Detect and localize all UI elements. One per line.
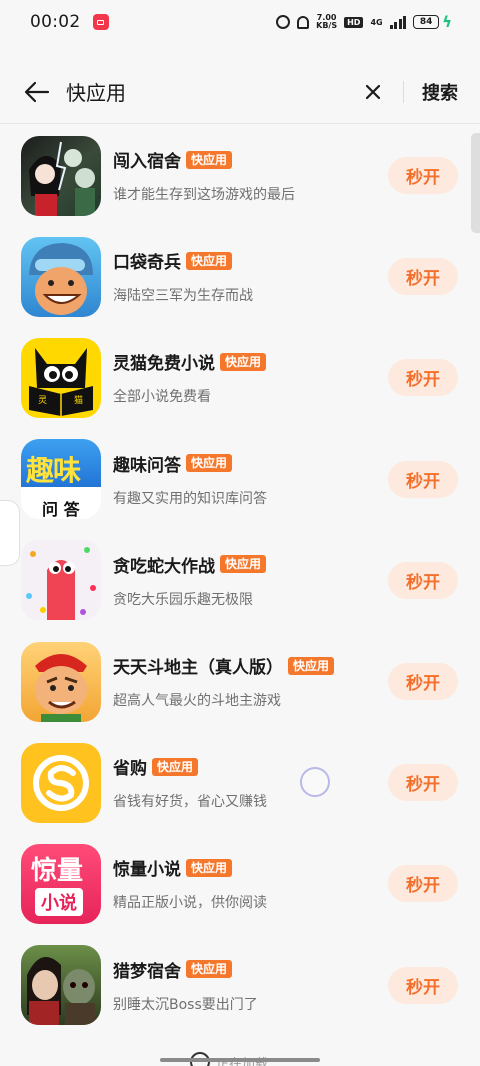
app-icon-snake: [21, 540, 101, 621]
app-info: 灵猫免费小说 快应用 全部小说免费看: [113, 349, 388, 406]
open-button[interactable]: 秒开: [388, 663, 458, 701]
icon-text-left: 灵: [38, 395, 48, 406]
app-info: 趣味问答 快应用 有趣又实用的知识库问答: [113, 451, 388, 508]
status-icons: 7.00 KB/S HD 4G 84 ϟ: [276, 13, 452, 31]
quick-app-badge: 快应用: [152, 757, 199, 776]
app-icon-lingmao: 灵 猫: [21, 337, 101, 418]
hd-icon: HD: [344, 16, 364, 28]
list-item[interactable]: 闯入宿舍 快应用 谁才能生存到这场游戏的最后 秒开: [0, 125, 480, 226]
quick-app-badge: 快应用: [186, 858, 233, 877]
quick-app-badge: 快应用: [220, 352, 267, 371]
network-speed: 7.00 KB/S: [316, 14, 337, 30]
search-button[interactable]: 搜索: [422, 79, 458, 105]
side-drawer-handle[interactable]: [0, 500, 20, 566]
list-item[interactable]: 灵 猫 灵猫免费小说 快应用 全部小说免费看 秒开: [0, 327, 480, 428]
app-info: 天天斗地主（真人版） 快应用 超高人气最火的斗地主游戏: [113, 653, 388, 710]
app-description: 精品正版小说，供你阅读: [113, 895, 267, 912]
app-description: 全部小说免费看: [113, 389, 211, 406]
app-name: 惊量小说: [113, 860, 181, 881]
open-button[interactable]: 秒开: [388, 258, 458, 296]
app-description: 超高人气最火的斗地主游戏: [113, 693, 281, 710]
app-description: 有趣又实用的知识库问答: [113, 490, 267, 507]
icon-text-top: 惊量: [31, 855, 84, 886]
list-item[interactable]: 口袋奇兵 快应用 海陆空三军为生存而战 秒开: [0, 226, 480, 327]
status-time: 00:02: [30, 12, 81, 32]
status-bar: 00:02 7.00 KB/S HD 4G 84 ϟ: [0, 0, 480, 44]
app-name: 趣味问答: [113, 455, 181, 476]
app-name: 闯入宿舍: [113, 152, 181, 173]
alarm-icon: [276, 15, 291, 29]
icon-text-top: 趣味: [26, 454, 81, 488]
list-item[interactable]: 天天斗地主（真人版） 快应用 超高人气最火的斗地主游戏 秒开: [0, 631, 480, 732]
search-header: 搜索: [0, 60, 480, 124]
quick-app-badge: 快应用: [186, 150, 233, 169]
search-input[interactable]: [66, 79, 363, 104]
quick-app-badge: 快应用: [288, 656, 335, 675]
app-icon-dream-dorm: [21, 945, 101, 1026]
list-item[interactable]: 贪吃蛇大作战 快应用 贪吃大乐园乐趣无极限 秒开: [0, 530, 480, 631]
app-description: 谁才能生存到这场游戏的最后: [113, 187, 295, 204]
app-description: 海陆空三军为生存而战: [113, 288, 253, 305]
open-button[interactable]: 秒开: [388, 460, 458, 498]
home-indicator[interactable]: [160, 1058, 320, 1062]
clear-icon[interactable]: [363, 82, 383, 102]
quick-app-badge: 快应用: [186, 251, 233, 270]
app-icon-jingliang: 惊量 小说: [21, 843, 101, 924]
open-button[interactable]: 秒开: [388, 561, 458, 599]
app-icon-dorm: [21, 135, 101, 216]
app-info: 猎梦宿舍 快应用 别睡太沉Boss要出门了: [113, 957, 388, 1014]
result-list: 闯入宿舍 快应用 谁才能生存到这场游戏的最后 秒开 口袋奇兵 快应用 海陆空三军…: [0, 125, 480, 1036]
app-info: 贪吃蛇大作战 快应用 贪吃大乐园乐趣无极限: [113, 552, 388, 609]
open-button[interactable]: 秒开: [388, 764, 458, 802]
open-button[interactable]: 秒开: [388, 359, 458, 397]
network-speed-unit: KB/S: [316, 21, 338, 30]
header-divider: [403, 80, 404, 103]
app-name: 省购: [113, 759, 147, 780]
app-icon-shenggou: [21, 742, 101, 823]
list-item[interactable]: 趣味 问 答 趣味问答 快应用 有趣又实用的知识库问答 秒开: [0, 429, 480, 530]
battery-level: 84: [419, 17, 433, 27]
app-description: 省钱有好货，省心又赚钱: [113, 794, 267, 811]
icon-text-right: 猫: [74, 395, 84, 406]
battery-icon: 84: [413, 15, 440, 29]
open-button[interactable]: 秒开: [388, 966, 458, 1004]
signal-icon: [389, 15, 407, 29]
app-description: 贪吃大乐园乐趣无极限: [113, 591, 253, 608]
icon-text-bottom: 小说: [35, 887, 83, 916]
app-name: 贪吃蛇大作战: [113, 556, 215, 577]
open-button[interactable]: 秒开: [388, 865, 458, 903]
app-info: 口袋奇兵 快应用 海陆空三军为生存而战: [113, 248, 388, 305]
app-info: 省购 快应用 省钱有好货，省心又赚钱: [113, 754, 388, 811]
open-button[interactable]: 秒开: [388, 157, 458, 195]
touch-indicator: [300, 767, 330, 797]
quick-app-badge: 快应用: [220, 555, 267, 574]
scrollbar[interactable]: [471, 133, 480, 233]
app-info: 惊量小说 快应用 精品正版小说，供你阅读: [113, 855, 388, 912]
app-icon-quiz: 趣味 问 答: [21, 439, 101, 520]
app-name: 口袋奇兵: [113, 253, 181, 274]
list-item[interactable]: 猎梦宿舍 快应用 别睡太沉Boss要出门了 秒开: [0, 935, 480, 1036]
app-icon-landlord: [21, 641, 101, 722]
screen-record-icon: [92, 14, 109, 30]
icon-text-bottom: 问 答: [42, 500, 80, 520]
app-icon-pocket-army: [21, 236, 101, 317]
app-name: 天天斗地主（真人版）: [113, 658, 283, 679]
quick-app-badge: 快应用: [186, 454, 233, 473]
network-type: 4G: [370, 17, 383, 27]
list-item[interactable]: 省购 快应用 省钱有好货，省心又赚钱 秒开: [0, 732, 480, 833]
app-name: 灵猫免费小说: [113, 354, 215, 375]
app-description: 别睡太沉Boss要出门了: [113, 996, 258, 1013]
back-arrow-icon[interactable]: [24, 80, 50, 104]
quick-app-badge: 快应用: [186, 960, 233, 979]
app-info: 闯入宿舍 快应用 谁才能生存到这场游戏的最后: [113, 147, 388, 204]
app-name: 猎梦宿舍: [113, 961, 181, 982]
charging-icon: ϟ: [442, 13, 452, 31]
list-item[interactable]: 惊量 小说 惊量小说 快应用 精品正版小说，供你阅读 秒开: [0, 833, 480, 934]
mute-bell-icon: [297, 15, 310, 29]
